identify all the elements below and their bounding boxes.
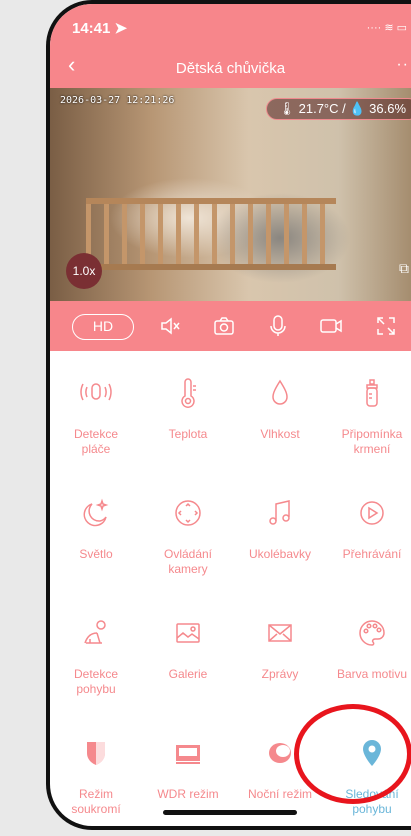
feature-label: WDR režim xyxy=(157,787,219,801)
moon-star-icon xyxy=(50,493,142,533)
feature-label: Galerie xyxy=(168,667,208,681)
feature-lullabies[interactable]: Ukolébavky xyxy=(234,493,326,562)
pip-icon[interactable]: ⧉ xyxy=(399,260,409,277)
app-screen: 14:41 ➤ ···· ≋ ▭ ‹ Dětská chůvička ·· 20… xyxy=(50,4,411,826)
crib-image xyxy=(86,198,336,270)
feature-label: Ukolébavky xyxy=(248,547,312,561)
camera-control-icon xyxy=(142,493,234,533)
feature-humidity[interactable]: Vlhkost xyxy=(234,373,326,442)
fullscreen-icon[interactable] xyxy=(371,312,401,340)
feature-messages[interactable]: Zprávy xyxy=(234,613,326,682)
snapshot-icon[interactable] xyxy=(209,312,239,340)
feature-wdr-mode[interactable]: WDR režim xyxy=(142,733,234,802)
feature-label: Detekce pláče xyxy=(73,427,119,456)
zoom-badge[interactable]: 1.0x xyxy=(66,253,102,289)
video-timestamp: 2026-03-27 12:21:26 xyxy=(60,95,175,106)
video-toolbar: HD xyxy=(50,301,411,351)
feature-light[interactable]: Světlo xyxy=(50,493,142,562)
feature-label: Detekce pohybu xyxy=(73,667,119,696)
baby-bottle-icon xyxy=(326,373,411,413)
shield-icon xyxy=(50,733,142,773)
palette-icon xyxy=(326,613,411,653)
status-time: 14:41 ➤ xyxy=(72,20,128,37)
record-icon[interactable] xyxy=(316,312,346,340)
feature-feeding-reminder[interactable]: Připomínka krmení xyxy=(326,373,411,457)
page-title: Dětská chůvička xyxy=(175,60,286,77)
highlight-ring xyxy=(294,704,411,804)
feature-label: Ovládání kamery xyxy=(163,547,213,576)
envelope-icon xyxy=(234,613,326,653)
more-button[interactable]: ·· xyxy=(396,56,409,74)
camera-feed[interactable]: 2026-03-27 12:21:26 🌡 21.7°C / 💧 36.6% 1… xyxy=(50,88,411,301)
microphone-icon[interactable] xyxy=(263,312,293,340)
feature-gallery[interactable]: Galerie xyxy=(142,613,234,682)
feature-label: Režim soukromí xyxy=(71,787,121,816)
feature-theme-color[interactable]: Barva motivu xyxy=(326,613,411,682)
feature-label: Vlhkost xyxy=(260,427,300,441)
app-header: 14:41 ➤ ···· ≋ ▭ ‹ Dětská chůvička ·· xyxy=(50,4,411,88)
feature-camera-control[interactable]: Ovládání kamery xyxy=(142,493,234,577)
feature-label: Zprávy xyxy=(261,667,299,681)
feature-label: Světlo xyxy=(79,547,113,561)
feature-label: Teplota xyxy=(168,427,208,441)
feature-temperature[interactable]: Teplota xyxy=(142,373,234,442)
music-note-icon xyxy=(234,493,326,533)
feature-cry-detection[interactable]: Detekce pláče xyxy=(50,373,142,457)
thermometer-icon xyxy=(142,373,234,413)
droplet-icon xyxy=(234,373,326,413)
mute-icon[interactable] xyxy=(156,312,186,340)
feature-motion-detection[interactable]: Detekce pohybu xyxy=(50,613,142,697)
crawling-baby-icon xyxy=(50,613,142,653)
gallery-icon xyxy=(142,613,234,653)
feature-label: Barva motivu xyxy=(336,667,408,681)
status-icons: ···· ≋ ▭ xyxy=(366,22,407,34)
hd-button[interactable]: HD xyxy=(72,314,134,340)
wdr-icon xyxy=(142,733,234,773)
cry-detection-icon xyxy=(50,373,142,413)
feature-label: Přehrávání xyxy=(342,547,402,561)
feature-label: Připomínka krmení xyxy=(341,427,403,456)
home-indicator xyxy=(163,810,297,815)
feature-playback[interactable]: Přehrávání xyxy=(326,493,411,562)
feature-privacy-mode[interactable]: Režim soukromí xyxy=(50,733,142,817)
play-circle-icon xyxy=(326,493,411,533)
sensor-readout: 🌡 21.7°C / 💧 36.6% xyxy=(265,98,411,120)
